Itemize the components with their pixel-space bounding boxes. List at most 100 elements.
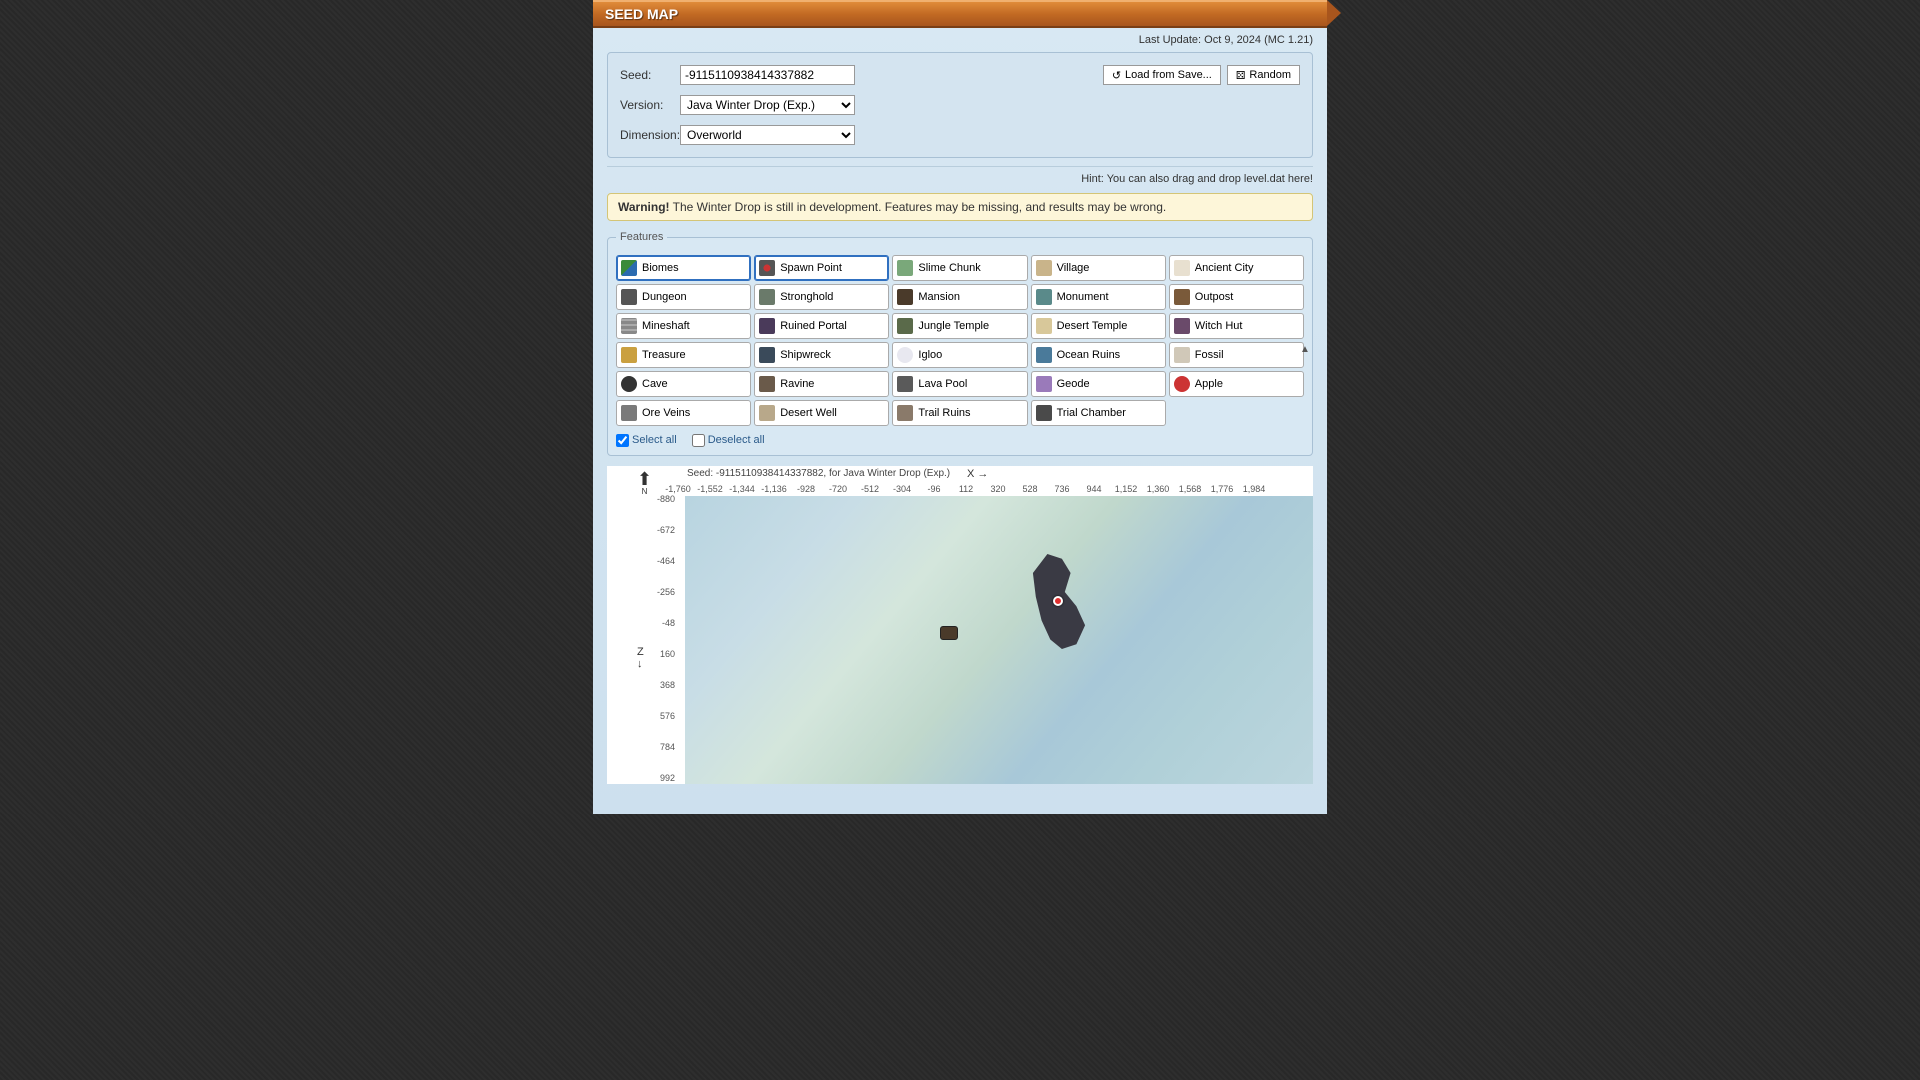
map-canvas[interactable] [685, 496, 1313, 784]
load-from-save-button[interactable]: ↺ Load from Save... [1103, 65, 1221, 85]
load-icon: ↺ [1112, 69, 1121, 82]
dungeon-icon [621, 289, 637, 305]
feature-label: Jungle Temple [918, 320, 989, 332]
feature-toggle-dungeon[interactable]: Dungeon [616, 284, 751, 310]
ship-icon [759, 347, 775, 363]
feature-toggle-mansion[interactable]: Mansion [892, 284, 1027, 310]
z-tick: -464 [657, 556, 675, 587]
select-all-checkbox[interactable] [616, 434, 629, 447]
feature-toggle-ancient-city[interactable]: Ancient City [1169, 255, 1304, 281]
cave-icon [621, 376, 637, 392]
x-tick: -1,552 [694, 484, 726, 494]
x-tick: 528 [1014, 484, 1046, 494]
feature-toggle-monument[interactable]: Monument [1031, 284, 1166, 310]
x-tick: -1,136 [758, 484, 790, 494]
x-tick: -928 [790, 484, 822, 494]
hint-text: Hint: You can also drag and drop level.d… [607, 166, 1313, 185]
z-tick: 576 [657, 711, 675, 742]
feature-label: Village [1057, 262, 1090, 274]
feature-toggle-ocean-ruins[interactable]: Ocean Ruins [1031, 342, 1166, 368]
feature-toggle-lava-pool[interactable]: Lava Pool [892, 371, 1027, 397]
apple-icon [1174, 376, 1190, 392]
feature-label: Geode [1057, 378, 1090, 390]
feature-toggle-desert-well[interactable]: Desert Well [754, 400, 889, 426]
feature-label: Stronghold [780, 291, 833, 303]
feature-toggle-village[interactable]: Village [1031, 255, 1166, 281]
dimension-select[interactable]: Overworld [680, 125, 855, 145]
z-tick: -880 [657, 494, 675, 525]
feature-label: Ancient City [1195, 262, 1254, 274]
feature-toggle-slime-chunk[interactable]: Slime Chunk [892, 255, 1027, 281]
outpost-icon [1174, 289, 1190, 305]
seed-input[interactable] [680, 65, 855, 85]
trail-icon [897, 405, 913, 421]
feature-label: Ocean Ruins [1057, 349, 1121, 361]
feature-toggle-igloo[interactable]: Igloo [892, 342, 1027, 368]
random-button[interactable]: ⚄ Random [1227, 65, 1300, 85]
feature-toggle-biomes[interactable]: Biomes [616, 255, 751, 281]
feature-label: Biomes [642, 262, 679, 274]
feature-label: Mineshaft [642, 320, 690, 332]
feature-toggle-mineshaft[interactable]: Mineshaft [616, 313, 751, 339]
spawn-icon [759, 260, 775, 276]
village-icon [1036, 260, 1052, 276]
warning-box: Warning! The Winter Drop is still in dev… [607, 193, 1313, 221]
feature-label: Apple [1195, 378, 1223, 390]
z-tick: 368 [657, 680, 675, 711]
deselect-all-checkbox[interactable] [692, 434, 705, 447]
x-tick: 944 [1078, 484, 1110, 494]
x-tick: 1,984 [1238, 484, 1270, 494]
desert-icon [1036, 318, 1052, 334]
feature-toggle-desert-temple[interactable]: Desert Temple [1031, 313, 1166, 339]
random-label: Random [1249, 69, 1291, 81]
feature-toggle-apple[interactable]: Apple [1169, 371, 1304, 397]
page-title: SEED MAP [605, 6, 678, 22]
feature-label: Monument [1057, 291, 1109, 303]
biomes-icon [621, 260, 637, 276]
version-select[interactable]: Java Winter Drop (Exp.) [680, 95, 855, 115]
feature-toggle-ravine[interactable]: Ravine [754, 371, 889, 397]
feature-toggle-ruined-portal[interactable]: Ruined Portal [754, 313, 889, 339]
igloo-icon [897, 347, 913, 363]
deselect-all-label[interactable]: Deselect all [692, 434, 765, 446]
feature-toggle-treasure[interactable]: Treasure [616, 342, 751, 368]
jungle-icon [897, 318, 913, 334]
map-viewport[interactable]: ⬆N Seed: -9115110938414337882, for Java … [607, 466, 1313, 784]
feature-toggle-stronghold[interactable]: Stronghold [754, 284, 889, 310]
x-tick: 320 [982, 484, 1014, 494]
feature-toggle-spawn-point[interactable]: Spawn Point [754, 255, 889, 281]
z-tick: 784 [657, 742, 675, 773]
features-grid: Biomes Spawn PointSlime Chunk Village Ancie… [616, 255, 1304, 426]
z-axis-ticks: -880-672-464-256-48160368576784992 [657, 494, 675, 804]
feature-toggle-fossil[interactable]: Fossil [1169, 342, 1304, 368]
feature-toggle-jungle-temple[interactable]: Jungle Temple [892, 313, 1027, 339]
x-axis-ticks: -1,760-1,552-1,344-1,136-928-720-512-304… [662, 484, 1313, 494]
feature-toggle-geode[interactable]: Geode [1031, 371, 1166, 397]
well-icon [759, 405, 775, 421]
collapse-features-button[interactable]: ▲ [1295, 243, 1315, 455]
feature-toggle-shipwreck[interactable]: Shipwreck [754, 342, 889, 368]
seed-label: Seed: [620, 68, 680, 82]
feature-label: Trial Chamber [1057, 407, 1126, 419]
feature-label: Outpost [1195, 291, 1234, 303]
page-title-bar: SEED MAP [593, 0, 1327, 28]
feature-toggle-cave[interactable]: Cave [616, 371, 751, 397]
x-tick: 736 [1046, 484, 1078, 494]
x-tick: -96 [918, 484, 950, 494]
settings-panel: Seed: ↺ Load from Save... ⚄ Random Versi… [607, 52, 1313, 158]
feature-label: Igloo [918, 349, 942, 361]
select-all-label[interactable]: Select all [616, 434, 677, 446]
structure-marker[interactable] [940, 626, 958, 640]
z-tick: -672 [657, 525, 675, 556]
strong-icon [759, 289, 775, 305]
feature-toggle-ore-veins[interactable]: Ore Veins [616, 400, 751, 426]
z-tick: 992 [657, 773, 675, 804]
feature-toggle-trial-chamber[interactable]: Trial Chamber [1031, 400, 1166, 426]
spawn-point-marker[interactable] [1053, 596, 1063, 606]
x-tick: -512 [854, 484, 886, 494]
map-header-text: Seed: -9115110938414337882, for Java Win… [687, 468, 950, 479]
feature-toggle-witch-hut[interactable]: Witch Hut [1169, 313, 1304, 339]
feature-toggle-trail-ruins[interactable]: Trail Ruins [892, 400, 1027, 426]
feature-toggle-outpost[interactable]: Outpost [1169, 284, 1304, 310]
slime-icon [897, 260, 913, 276]
